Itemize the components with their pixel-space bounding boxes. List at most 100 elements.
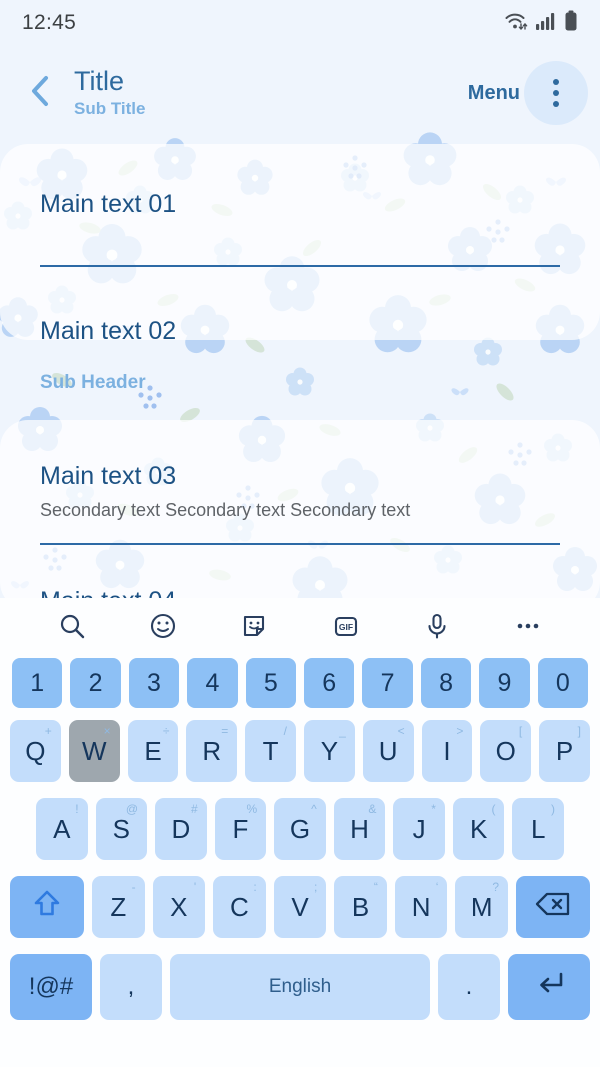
list-item-main-text[interactable]: Main text 02 — [40, 319, 560, 344]
key-r[interactable]: = R — [186, 720, 238, 782]
key-x-label: X — [170, 891, 188, 922]
key-b-label: B — [351, 891, 370, 922]
emoji-icon[interactable] — [141, 604, 185, 648]
key-u[interactable]: < U — [362, 720, 414, 782]
back-button[interactable] — [12, 65, 68, 121]
key-e[interactable]: ÷ E — [127, 720, 179, 782]
key-k-sup: ( — [491, 802, 496, 816]
key-1[interactable]: 1 — [11, 658, 63, 708]
key-z[interactable]: -Z — [91, 876, 145, 938]
period-key[interactable]: . — [438, 954, 500, 1020]
key-u-sup: < — [397, 724, 405, 738]
key-r-label: R — [202, 735, 222, 766]
key-l-label: L — [531, 813, 546, 844]
key-s[interactable]: @ S — [95, 798, 148, 860]
key-h-sup: & — [368, 802, 377, 816]
cellular-signal-icon — [535, 11, 557, 36]
key-w[interactable]: × W — [68, 720, 120, 782]
key-j[interactable]: * J — [393, 798, 445, 860]
key-9[interactable]: 9 — [479, 658, 530, 708]
status-time: 12:45 — [22, 11, 77, 34]
key-f[interactable]: % F — [214, 798, 267, 860]
key-q[interactable]: + Q — [10, 720, 61, 782]
symbols-key[interactable]: !@# — [10, 954, 92, 1020]
title-block: Title Sub Title — [74, 67, 468, 118]
key-o[interactable]: [O — [480, 720, 532, 782]
key-v[interactable]: ; V — [273, 876, 327, 938]
keyboard-row-asdf: ! A @ S # D % F ^ G & H * J (K ) L — [0, 790, 600, 868]
list-item-secondary-text: Secondary text Secondary text Secondary … — [40, 500, 411, 520]
key-v-label: V — [291, 891, 309, 922]
key-q-label: Q — [25, 735, 46, 766]
key-g[interactable]: ^ G — [274, 798, 326, 860]
key-e-label: E — [144, 735, 162, 766]
key-d[interactable]: # D — [155, 798, 207, 860]
key-i-label: I — [443, 735, 451, 766]
backspace-key[interactable] — [516, 876, 591, 938]
key-m-label: M — [470, 891, 493, 922]
space-key[interactable]: English — [170, 954, 430, 1020]
key-y[interactable]: _ Y — [304, 720, 355, 782]
key-3[interactable]: 3 — [128, 658, 180, 708]
key-8[interactable]: 8 — [420, 658, 472, 708]
list-item-main-text[interactable]: Main text 03 — [40, 464, 560, 489]
key-u-label: U — [378, 735, 398, 766]
battery-icon — [564, 10, 578, 37]
card-group-one: Main text 01 Main text 02 — [0, 144, 600, 344]
gif-icon[interactable]: GIF — [324, 604, 368, 648]
key-m[interactable]: ? M — [455, 876, 509, 938]
shift-arrow-icon — [30, 887, 64, 928]
status-bar: 12:45 — [0, 0, 600, 46]
key-t-sup: / — [283, 724, 287, 738]
more-horizontal-icon[interactable] — [506, 604, 550, 648]
key-s-label: S — [112, 813, 130, 844]
key-c[interactable]: :C — [213, 876, 266, 938]
keyboard-row-qwerty: + Q × W ÷ E = R / T _ Y < U > I [O ] P — [0, 712, 600, 790]
key-h[interactable]: & H — [333, 798, 386, 860]
microphone-icon[interactable] — [415, 604, 459, 648]
key-n[interactable]: ‘N — [394, 876, 448, 938]
key-7[interactable]: 7 — [362, 658, 413, 708]
content-area: Main text 01 Main text 02 Sub Header Mai… — [0, 140, 600, 614]
key-2[interactable]: 2 — [70, 658, 121, 708]
key-f-label: F — [232, 813, 249, 844]
key-i-sup: > — [456, 724, 464, 738]
key-0[interactable]: 0 — [537, 658, 589, 708]
key-4[interactable]: 4 — [187, 658, 238, 708]
key-z-sup: - — [131, 880, 136, 894]
key-l[interactable]: ) L — [512, 798, 565, 860]
key-a[interactable]: ! A — [35, 798, 88, 860]
key-p-sup: ] — [577, 724, 581, 738]
sticker-icon[interactable] — [232, 604, 276, 648]
key-i[interactable]: > I — [421, 720, 473, 782]
key-w-sup: × — [103, 724, 111, 738]
menu-button[interactable]: Menu — [468, 82, 520, 105]
search-icon[interactable] — [50, 604, 94, 648]
backspace-icon — [534, 890, 572, 925]
key-l-sup: ) — [551, 802, 556, 816]
key-t[interactable]: / T — [245, 720, 296, 782]
key-b-sup: “ — [373, 880, 378, 894]
key-k[interactable]: (K — [452, 798, 505, 860]
key-d-label: D — [171, 813, 191, 844]
on-screen-keyboard: GIF 1 2 3 4 5 6 7 8 9 0 + Q × W ÷ E = R … — [0, 598, 600, 1067]
key-r-sup: = — [221, 724, 229, 738]
key-f-sup: % — [246, 802, 258, 816]
shift-key[interactable] — [9, 876, 84, 938]
list-item-main-text[interactable]: Main text 01 — [40, 192, 560, 217]
enter-arrow-icon — [531, 968, 567, 1007]
comma-key[interactable]: , — [100, 954, 162, 1020]
enter-key[interactable] — [508, 954, 590, 1020]
overflow-menu-button[interactable] — [524, 61, 588, 125]
key-c-sup: : — [253, 880, 257, 894]
key-x[interactable]: ' X — [152, 876, 206, 938]
key-n-label: N — [411, 891, 431, 922]
status-icon-group — [503, 10, 578, 37]
key-5[interactable]: 5 — [245, 658, 296, 708]
key-g-sup: ^ — [311, 802, 317, 816]
key-6[interactable]: 6 — [304, 658, 355, 708]
key-g-label: G — [289, 813, 311, 844]
key-b[interactable]: “B — [334, 876, 387, 938]
key-o-label: O — [495, 735, 516, 766]
key-p[interactable]: ] P — [539, 720, 590, 782]
